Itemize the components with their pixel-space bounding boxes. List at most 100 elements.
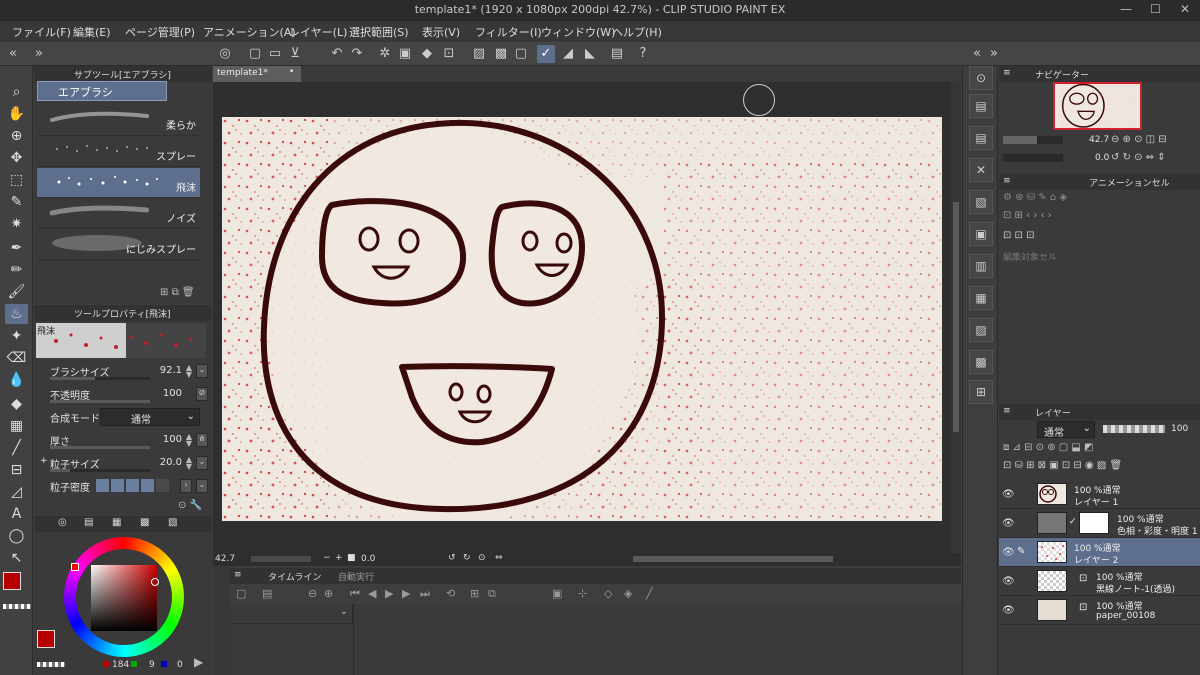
- figure-tool-icon[interactable]: ╱: [5, 438, 28, 458]
- snap-special-icon[interactable]: ◢: [559, 45, 577, 63]
- menu-filter[interactable]: フィルター(I): [475, 24, 542, 40]
- eye-icon[interactable]: 👁: [1002, 489, 1015, 500]
- redo-icon[interactable]: ↷: [348, 45, 366, 63]
- color-slider-tab-icon[interactable]: ▤: [84, 517, 93, 528]
- subtool-group-airbrush[interactable]: エアブラシ: [37, 81, 167, 101]
- density-step[interactable]: [141, 479, 154, 492]
- hue-picker-handle[interactable]: [71, 563, 79, 571]
- zoom-value[interactable]: 42.7: [215, 554, 235, 564]
- horizontal-scroll-thumb[interactable]: [633, 556, 833, 562]
- transparent-swatch[interactable]: [37, 662, 65, 667]
- next-frame-icon[interactable]: ▶: [402, 587, 410, 600]
- loop-icon[interactable]: ⟲: [446, 587, 455, 600]
- menu-help[interactable]: ヘルプ(H): [612, 24, 662, 40]
- color-set-tab-icon[interactable]: ▦: [112, 517, 121, 528]
- menu-window[interactable]: ウィンドウ(W): [541, 24, 615, 40]
- navigator-tab[interactable]: ナビゲーター: [1035, 68, 1089, 81]
- eye-icon[interactable]: 👁: [1002, 576, 1015, 587]
- particle-toggle-icon[interactable]: ⌄: [196, 456, 208, 470]
- snap-ruler-icon[interactable]: ✓: [537, 45, 555, 63]
- menu-layer[interactable]: レイヤー(L): [289, 24, 347, 40]
- rotate-left-icon[interactable]: ↺: [448, 553, 456, 563]
- maximize-button[interactable]: ☐: [1150, 2, 1161, 16]
- timeline-tab[interactable]: タイムライン: [268, 570, 321, 583]
- selection-tool-icon[interactable]: ⬚: [5, 170, 28, 190]
- move-tool-icon[interactable]: ✥: [5, 148, 28, 168]
- fill-tool-icon[interactable]: ◆: [5, 394, 28, 414]
- layer-tab[interactable]: レイヤー: [1035, 406, 1071, 419]
- navigator-preview[interactable]: [1053, 82, 1142, 130]
- eye-icon[interactable]: 👁: [1002, 547, 1015, 558]
- chevron-right-icon[interactable]: ›: [180, 479, 192, 493]
- spinner-icon[interactable]: ▲ ▼: [186, 456, 192, 471]
- transform-icon[interactable]: ⊡: [440, 45, 458, 63]
- fill-icon[interactable]: ◆: [418, 45, 436, 63]
- material-icon[interactable]: ▤: [969, 94, 993, 118]
- angle-value[interactable]: 0.0: [361, 554, 375, 564]
- undo-icon[interactable]: ↶: [328, 45, 346, 63]
- prev-frame-icon[interactable]: ◀: [368, 587, 376, 600]
- layer-opacity-slider[interactable]: [1103, 425, 1165, 433]
- main-color-swatch[interactable]: [3, 572, 21, 590]
- menu-edit[interactable]: 編集(E): [73, 24, 111, 40]
- clip-studio-icon[interactable]: ◎: [216, 45, 234, 63]
- pencil-tool-icon[interactable]: ✏: [5, 260, 28, 280]
- menu-icon[interactable]: ≡: [1003, 406, 1011, 416]
- material-3-icon[interactable]: ▧: [969, 190, 993, 214]
- layer-row[interactable]: 👁 ⊡ 100 %通常 paper_00108: [999, 596, 1200, 625]
- specify-cel-icon[interactable]: ⊹: [578, 587, 587, 600]
- density-step[interactable]: [111, 479, 124, 492]
- zoom-out-icon[interactable]: −: [323, 553, 331, 563]
- collapse-icon[interactable]: «: [4, 45, 22, 63]
- correct-line-tool-icon[interactable]: ↖: [5, 548, 28, 568]
- material-5-icon[interactable]: ▥: [969, 254, 993, 278]
- delete-subtool-icon[interactable]: 🗑: [182, 287, 195, 298]
- spinner-icon[interactable]: ▲ ▼: [186, 364, 192, 379]
- document-tab[interactable]: template1* •: [213, 66, 301, 82]
- snap-grid-icon[interactable]: ◣: [581, 45, 599, 63]
- onion-skin-icon[interactable]: ▣: [552, 587, 562, 600]
- zoom-slider[interactable]: [251, 556, 311, 562]
- balloon-tool-icon[interactable]: ◯: [5, 526, 28, 546]
- layer-row[interactable]: 👁 ⊡ 100 %通常 黒線ノート-1(透過): [999, 567, 1200, 596]
- invert-icon[interactable]: ▩: [492, 45, 510, 63]
- prop-value[interactable]: 20.0: [160, 457, 182, 468]
- gradient-tool-icon[interactable]: ▦: [5, 416, 28, 436]
- subtool-tab[interactable]: サブツール[エアブラシ]: [74, 68, 171, 81]
- color-picker-handle[interactable]: [151, 578, 159, 586]
- expand-icon[interactable]: »: [30, 45, 48, 63]
- navigator-zoom-slider[interactable]: [1003, 136, 1063, 144]
- menu-icon[interactable]: ≡: [1003, 176, 1011, 186]
- material-6-icon[interactable]: ▦: [969, 286, 993, 310]
- pressure-toggle-icon[interactable]: ⌄: [196, 364, 208, 378]
- eyedropper-tool-icon[interactable]: ✎: [5, 192, 28, 212]
- play-icon[interactable]: ▶: [385, 587, 393, 600]
- collapse-right-icon[interactable]: «: [968, 45, 986, 63]
- brush-tool-icon[interactable]: 🖌: [5, 282, 28, 302]
- copy-cel-icon[interactable]: ⧉: [488, 587, 496, 601]
- saturation-value-square[interactable]: [91, 565, 157, 631]
- density-step[interactable]: [96, 479, 109, 492]
- layer-row-selected[interactable]: 👁 ✎ 100 %通常 レイヤー 2: [999, 538, 1200, 567]
- layer-opacity-value[interactable]: 100: [1171, 424, 1188, 434]
- layer-row[interactable]: 👁 100 %通常 レイヤー 1: [999, 480, 1200, 509]
- rotate-right-icon[interactable]: ↻: [463, 553, 471, 563]
- menu-icon[interactable]: ≡: [234, 570, 242, 580]
- frame-tool-icon[interactable]: ⊟: [5, 460, 28, 480]
- prop-value[interactable]: 100: [163, 388, 182, 399]
- clear-icon[interactable]: ▣: [396, 45, 414, 63]
- zoom-out-icon[interactable]: ⊖: [308, 587, 317, 600]
- deselect-icon[interactable]: ▨: [470, 45, 488, 63]
- play-circle-icon[interactable]: ▶: [194, 655, 203, 669]
- fit-icon[interactable]: ■: [347, 553, 356, 563]
- close-button[interactable]: ✕: [1180, 2, 1190, 16]
- menu-selection[interactable]: 選択範囲(S): [349, 24, 409, 40]
- brush-spray[interactable]: スプレー: [37, 137, 200, 167]
- flip-icon[interactable]: ⇔: [495, 553, 503, 563]
- reset-icon[interactable]: ⊙: [178, 500, 186, 511]
- hand-tool-icon[interactable]: ✋: [5, 104, 28, 124]
- current-color-swatch[interactable]: [37, 630, 55, 648]
- save-icon[interactable]: ⊻: [286, 45, 304, 63]
- opacity-toggle-icon[interactable]: ⊘: [196, 387, 208, 401]
- select-layer-icon[interactable]: ▢: [512, 45, 530, 63]
